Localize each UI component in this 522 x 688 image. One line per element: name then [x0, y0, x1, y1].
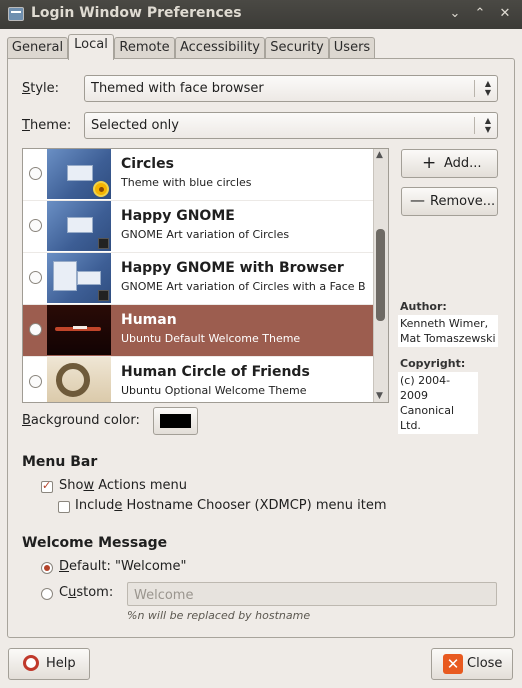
copyright-value: (c) 2004-2009 Canonical Ltd. [398, 372, 478, 434]
theme-row-happy-gnome[interactable]: Happy GNOME GNOME Art variation of Circl… [23, 201, 373, 253]
close-button[interactable]: ✕ Close [431, 648, 513, 680]
combo-separator [474, 117, 475, 134]
theme-value: Selected only [91, 118, 179, 133]
default-welcome-label: Default: "Welcome" [59, 559, 187, 574]
scrollbar-thumb[interactable] [376, 229, 385, 321]
welcome-message-heading: Welcome Message [22, 535, 168, 551]
background-color-label: Background color: [22, 413, 140, 428]
remove-button-label: Remove... [430, 194, 496, 209]
window-app-icon [8, 7, 24, 21]
theme-name: Human Circle of Friends [121, 364, 310, 380]
theme-description: GNOME Art variation of Circles with a Fa… [121, 280, 366, 293]
tab-local[interactable]: Local [68, 34, 114, 60]
tab-general[interactable]: General [7, 37, 68, 59]
custom-welcome-field[interactable] [127, 582, 497, 606]
window-title: Login Window Preferences [31, 5, 242, 21]
help-button[interactable]: Help [8, 648, 90, 680]
minus-icon: — [410, 191, 425, 209]
theme-radio[interactable] [29, 271, 42, 284]
theme-label: Theme: [22, 118, 72, 133]
theme-radio[interactable] [29, 375, 42, 388]
copyright-heading: Copyright: [400, 357, 466, 370]
scroll-up-icon[interactable]: ▲ [376, 150, 383, 160]
style-combo[interactable]: Themed with face browser ▲ ▼ [84, 75, 498, 102]
hostname-hint: %n will be replaced by hostname [127, 609, 311, 622]
add-button-label: Add... [444, 156, 482, 171]
custom-welcome-label: Custom: [59, 585, 114, 600]
theme-description: GNOME Art variation of Circles [121, 228, 290, 241]
plus-icon: + [422, 153, 437, 173]
theme-description: Theme with blue circles [121, 176, 252, 189]
lifebuoy-icon [23, 655, 39, 671]
tab-remote[interactable]: Remote [114, 37, 175, 59]
theme-thumbnail [47, 201, 111, 251]
show-actions-label: Show Actions menu [59, 478, 187, 493]
style-value: Themed with face browser [91, 81, 264, 96]
minimize-button[interactable]: ⌄ [446, 5, 464, 23]
theme-name: Happy GNOME [121, 208, 235, 224]
close-window-button[interactable]: ✕ [496, 5, 514, 23]
theme-thumbnail [47, 305, 111, 355]
include-hostname-checkbox[interactable] [58, 501, 70, 513]
style-label: Style: [22, 81, 60, 96]
theme-list[interactable]: Circles Theme with blue circles Happy GN… [22, 148, 389, 403]
theme-row-happy-gnome-browser[interactable]: Happy GNOME with Browser GNOME Art varia… [23, 253, 373, 305]
color-swatch [160, 414, 191, 428]
custom-welcome-input[interactable] [132, 585, 492, 605]
theme-thumbnail [47, 149, 111, 199]
theme-list-scrollbar[interactable]: ▲ ▼ [373, 149, 388, 402]
theme-name: Happy GNOME with Browser [121, 260, 344, 276]
theme-name: Circles [121, 156, 174, 172]
combo-arrows-icon: ▲ ▼ [484, 116, 491, 134]
menu-bar-heading: Menu Bar [22, 454, 98, 470]
scroll-down-icon[interactable]: ▼ [376, 391, 383, 401]
maximize-button[interactable]: ⌃ [471, 5, 489, 23]
theme-thumbnail [47, 357, 111, 402]
tab-users[interactable]: Users [329, 37, 375, 59]
author-heading: Author: [400, 300, 447, 313]
remove-theme-button[interactable]: — Remove... [401, 187, 498, 216]
theme-row-human[interactable]: Human Ubuntu Default Welcome Theme [23, 305, 373, 357]
combo-arrows-icon: ▲ ▼ [484, 79, 491, 97]
tab-accessibility[interactable]: Accessibility [175, 37, 265, 59]
background-color-button[interactable] [153, 407, 198, 435]
add-theme-button[interactable]: + Add... [401, 149, 498, 178]
theme-radio[interactable] [29, 167, 42, 180]
include-hostname-label: Include Hostname Chooser (XDMCP) menu it… [75, 498, 387, 513]
theme-radio[interactable] [29, 323, 42, 336]
custom-welcome-radio[interactable] [41, 588, 53, 600]
tab-security[interactable]: Security [265, 37, 329, 59]
close-icon: ✕ [443, 654, 463, 674]
show-actions-checkbox[interactable] [41, 479, 53, 493]
default-welcome-radio[interactable] [41, 562, 53, 574]
theme-description: Ubuntu Optional Welcome Theme [121, 384, 307, 397]
help-button-label: Help [46, 656, 76, 671]
close-button-label: Close [467, 656, 503, 671]
title-bar: Login Window Preferences ⌄ ⌃ ✕ [0, 0, 522, 29]
theme-combo[interactable]: Selected only ▲ ▼ [84, 112, 498, 139]
theme-name: Human [121, 312, 177, 328]
theme-thumbnail [47, 253, 111, 303]
theme-row-human-circle-of-friends[interactable]: Human Circle of Friends Ubuntu Optional … [23, 357, 373, 402]
theme-description: Ubuntu Default Welcome Theme [121, 332, 301, 345]
flower-icon [93, 181, 109, 197]
author-value: Kenneth Wimer, Mat Tomaszewski [398, 315, 498, 347]
combo-separator [474, 80, 475, 97]
theme-row-circles[interactable]: Circles Theme with blue circles [23, 149, 373, 201]
theme-radio[interactable] [29, 219, 42, 232]
